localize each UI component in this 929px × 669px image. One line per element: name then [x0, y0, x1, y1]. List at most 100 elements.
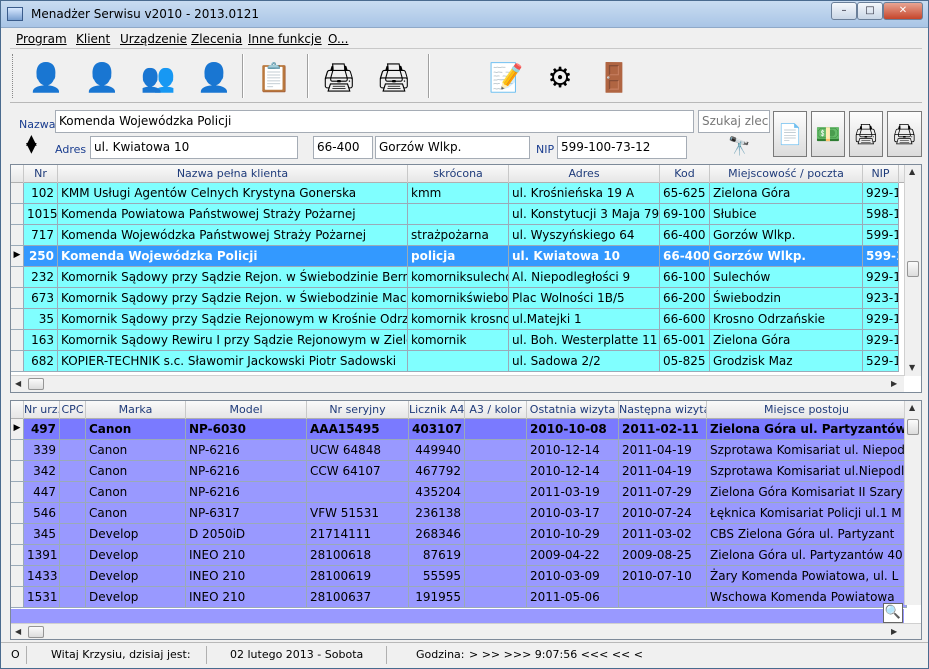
client-name-field[interactable]: Komenda Wojewódzka Policji	[55, 110, 694, 133]
binoculars-icon[interactable]: 🔭	[728, 136, 750, 157]
menu-klient[interactable]: Klient	[76, 32, 110, 46]
column-header[interactable]: Adres	[509, 165, 660, 183]
exit-icon[interactable]: 🚪	[592, 55, 636, 99]
column-header[interactable]: A3 / kolor	[465, 401, 527, 419]
row-indicator[interactable]	[11, 351, 24, 372]
row-indicator[interactable]	[11, 288, 24, 309]
nip-field[interactable]: 599-100-73-12	[557, 136, 687, 159]
printer-button[interactable]: 🖨	[849, 111, 883, 157]
table-cell: 66-400	[660, 225, 710, 246]
row-indicator[interactable]	[11, 587, 24, 608]
sort-arrows-icon[interactable]: ▲ ▼	[26, 133, 37, 155]
row-indicator[interactable]: ▶	[11, 419, 24, 440]
column-header[interactable]: NIP	[863, 165, 899, 183]
column-header[interactable]: Nr seryjny	[307, 401, 409, 419]
row-indicator[interactable]	[11, 482, 24, 503]
devices-horizontal-scrollbar[interactable]: ◀ ▶	[11, 623, 921, 639]
row-indicator[interactable]	[11, 461, 24, 482]
column-header[interactable]: Miejsce postoju	[707, 401, 907, 419]
add-document-icon[interactable]: 📋	[252, 55, 296, 99]
table-row[interactable]: 102 KMM Usługi Agentów Celnych Krystyna G…	[11, 183, 899, 204]
table-row[interactable]: 232 Komornik Sądowy przy Sądzie Rejon. w …	[11, 267, 899, 288]
search-client-icon[interactable]: 👥	[136, 55, 180, 99]
table-row[interactable]: 1531 Develop INEO 210 28100637 191955 2011-05…	[11, 587, 907, 608]
table-row[interactable]: 682 KOPIER-TECHNIK s.c. Sławomir Jackowsk…	[11, 351, 899, 372]
add-device-icon[interactable]: 🖨	[317, 55, 361, 99]
close-button[interactable]: ✕	[883, 2, 923, 20]
table-row[interactable]: 1433 Develop INEO 210 28100619 55595 2010-03-…	[11, 566, 907, 587]
row-indicator[interactable]	[11, 566, 24, 587]
toolbar-separator	[428, 54, 430, 98]
clients-hscroll-thumb[interactable]	[28, 378, 44, 390]
column-header[interactable]: Ostatnia wizyta	[527, 401, 619, 419]
edit-client-icon[interactable]: 👤	[80, 55, 124, 99]
document-list-button[interactable]: 📄	[773, 111, 807, 157]
devices-vertical-scrollbar[interactable]: ▲	[904, 401, 921, 605]
barcode-printer-button[interactable]: 🖨	[887, 111, 922, 157]
table-row[interactable]: 1391 Develop INEO 210 28100618 87619 2009-04-…	[11, 545, 907, 566]
table-row[interactable]: 546 Canon NP-6317 VFW 51531 236138 2010-03-17…	[11, 503, 907, 524]
column-header[interactable]: Licznik A4	[409, 401, 465, 419]
clients-vertical-scrollbar[interactable]: ▲ ▼	[904, 165, 921, 376]
row-indicator[interactable]	[11, 503, 24, 524]
calendar-note-icon[interactable]: 📝	[484, 55, 528, 99]
column-header[interactable]: Model	[186, 401, 307, 419]
settings-gears-icon[interactable]: ⚙	[538, 55, 582, 99]
row-indicator[interactable]	[11, 225, 24, 246]
column-header[interactable]: CPC	[60, 401, 86, 419]
table-row[interactable]: 35 Komornik Sądowy przy Sądzie Rejonowym …	[11, 309, 899, 330]
minimize-button[interactable]: –	[831, 2, 857, 20]
delete-client-icon[interactable]: 👤	[192, 55, 236, 99]
column-header[interactable]: Marka	[86, 401, 186, 419]
menu-about[interactable]: O...	[328, 32, 348, 46]
address-field[interactable]: ul. Kwiatowa 10	[90, 136, 298, 159]
table-cell	[465, 482, 527, 503]
table-row[interactable]: 1015 Komenda Powiatowa Państwowej Straży …	[11, 204, 899, 225]
table-cell	[60, 545, 86, 566]
column-header[interactable]: skrócona	[408, 165, 509, 183]
table-row[interactable]: 345 Develop D 2050iD 21714111 268346 2010-10-…	[11, 524, 907, 545]
city-field[interactable]: Gorzów Wlkp.	[375, 136, 530, 159]
edit-device-icon[interactable]: 🖨	[372, 55, 416, 99]
row-indicator[interactable]	[11, 267, 24, 288]
column-header[interactable]: Kod	[660, 165, 710, 183]
table-row-selected[interactable]: ▶ 497 Canon NP-6030 AAA15495 403107 2010-10-08…	[11, 419, 907, 440]
menu-zlecenia[interactable]: Zlecenia	[191, 32, 242, 46]
add-client-icon[interactable]: 👤	[24, 55, 68, 99]
row-indicator[interactable]	[11, 309, 24, 330]
table-row[interactable]: 673 Komornik Sądowy przy Sądzie Rejon. w …	[11, 288, 899, 309]
table-row[interactable]: 447 Canon NP-6216 435204 2011-03-19 2011-07-2…	[11, 482, 907, 503]
row-indicator[interactable]	[11, 330, 24, 351]
row-indicator[interactable]	[11, 183, 24, 204]
row-indicator[interactable]: ▶	[11, 246, 24, 267]
search-orders-field[interactable]: Szukaj zlece	[698, 110, 770, 133]
postcode-field[interactable]: 66-400	[313, 136, 373, 159]
table-cell: Komenda Wojewódzka Policji	[58, 246, 408, 267]
row-indicator[interactable]	[11, 440, 24, 461]
menu-program[interactable]: Program	[16, 32, 67, 46]
table-row[interactable]: 339 Canon NP-6216 UCW 64848 449940 2010-12-14…	[11, 440, 907, 461]
row-indicator[interactable]	[11, 204, 24, 225]
row-indicator[interactable]	[11, 524, 24, 545]
maximize-button[interactable]: □	[857, 2, 883, 20]
table-row-selected[interactable]: ▶ 250 Komenda Wojewódzka Policji policja ul.…	[11, 246, 899, 267]
column-header[interactable]: Nr urz.	[24, 401, 60, 419]
status-time: > >> >>> 9:07:56 <<< << <	[469, 648, 643, 661]
column-header[interactable]: Nazwa pełna klienta	[58, 165, 408, 183]
column-header[interactable]: Miejscowość / poczta	[710, 165, 863, 183]
invoice-button[interactable]: 💵	[811, 111, 845, 157]
menu-inne-funkcje[interactable]: Inne funkcje	[248, 32, 322, 46]
clients-vscroll-thumb[interactable]	[907, 261, 919, 277]
menu-urzadzenie[interactable]: Urządzenie	[120, 32, 187, 46]
column-header[interactable]: Następna wizyta	[619, 401, 707, 419]
table-row[interactable]: 163 Komornik Sądowy Rewiru I przy Sądzie …	[11, 330, 899, 351]
devices-vscroll-thumb[interactable]	[907, 419, 919, 435]
clients-horizontal-scrollbar[interactable]: ◀ ▶	[11, 375, 904, 392]
column-header[interactable]: Nr	[24, 165, 58, 183]
table-row[interactable]: 342 Canon NP-6216 CCW 64107 467792 2010-12-14…	[11, 461, 907, 482]
table-cell: CCW 64107	[307, 461, 409, 482]
table-row[interactable]: 717 Komenda Wojewódzka Państwowej Straży …	[11, 225, 899, 246]
row-indicator[interactable]	[11, 545, 24, 566]
magnifier-search-icon[interactable]: 🔍	[883, 603, 903, 623]
devices-hscroll-thumb[interactable]	[28, 626, 44, 638]
